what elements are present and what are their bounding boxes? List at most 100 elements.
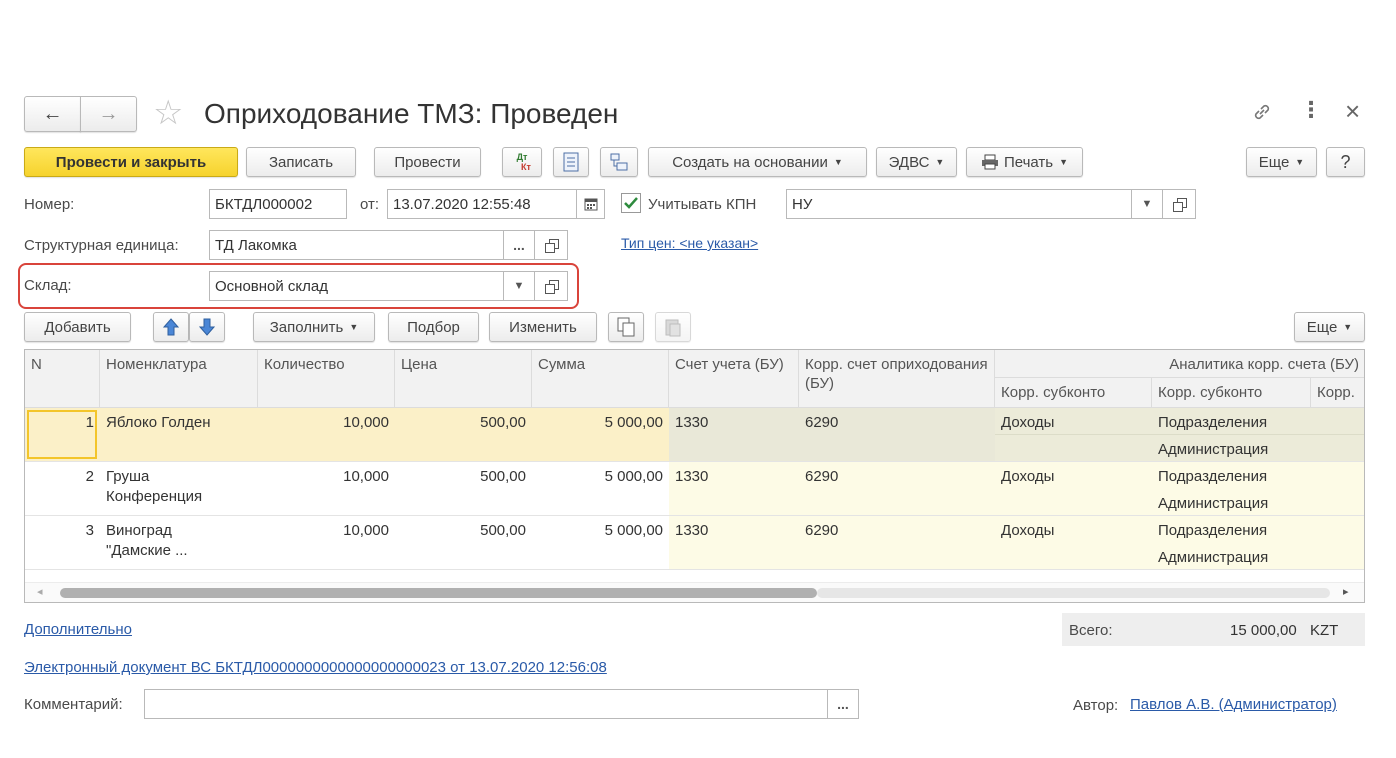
warehouse-open-button[interactable]	[534, 271, 568, 301]
scroll-left-arrow-icon[interactable]: ◂	[37, 585, 43, 598]
cell-sum[interactable]: 5 000,00	[532, 516, 669, 546]
calendar-icon	[584, 198, 597, 211]
header-sub3[interactable]: Корр.	[1311, 378, 1364, 408]
tax-open-button[interactable]	[1162, 189, 1196, 219]
cell-corr-account[interactable]: 6290	[799, 516, 844, 546]
structure-button[interactable]	[600, 147, 638, 177]
date-field[interactable]: 13.07.2020 12:55:48	[387, 189, 577, 219]
more-button[interactable]: Еще ▼	[1246, 147, 1317, 177]
move-down-button[interactable]	[189, 312, 225, 342]
cell-item-line2[interactable]: Конференция	[100, 482, 208, 512]
electronic-document-link[interactable]: Электронный документ ВС БКТДЛ00000000000…	[24, 659, 607, 676]
cell-qty[interactable]: 10,000	[258, 516, 395, 546]
close-icon[interactable]: ×	[1345, 96, 1360, 127]
fill-button[interactable]: Заполнить ▼	[253, 312, 375, 342]
cell-sub2-value[interactable]: Администрация	[1152, 543, 1274, 573]
warehouse-label: Склад:	[24, 277, 72, 294]
cell-corr-account[interactable]: 6290	[799, 462, 844, 492]
cell-sub2-value[interactable]: Администрация	[1152, 435, 1274, 465]
arrow-right-icon: →	[98, 102, 119, 125]
tax-dropdown-button[interactable]: ▼	[1131, 189, 1163, 219]
header-corr-account[interactable]: Корр. счет оприходования (БУ)	[799, 350, 995, 408]
kpn-label: Учитывать КПН	[648, 196, 757, 213]
horizontal-scrollbar[interactable]: ◂ ▸	[25, 582, 1364, 602]
header-qty[interactable]: Количество	[258, 350, 395, 408]
save-button[interactable]: Записать	[246, 147, 356, 177]
arrow-left-icon: ←	[42, 102, 63, 125]
cell-sum[interactable]: 5 000,00	[532, 462, 669, 492]
cell-n: 2	[85, 468, 94, 485]
cell-qty[interactable]: 10,000	[258, 462, 395, 492]
additional-link[interactable]: Дополнительно	[24, 621, 132, 638]
cell-sub2-type[interactable]: Подразделения	[1152, 462, 1273, 492]
cell-sub2-value[interactable]: Администрация	[1152, 489, 1274, 519]
cell-price[interactable]: 500,00	[395, 462, 532, 492]
header-sub2[interactable]: Корр. субконто	[1152, 378, 1311, 408]
calendar-button[interactable]	[576, 189, 605, 219]
header-sum[interactable]: Сумма	[532, 350, 669, 408]
report-button[interactable]	[553, 147, 589, 177]
header-account[interactable]: Счет учета (БУ)	[669, 350, 799, 408]
post-button[interactable]: Провести	[374, 147, 481, 177]
cell-sub2-type[interactable]: Подразделения	[1152, 408, 1273, 438]
tax-accounting-field[interactable]: НУ	[786, 189, 1132, 219]
table-row[interactable]: 2 Груша Конференция 10,000 500,00 5 000,…	[25, 462, 1364, 519]
unit-select-button[interactable]: ...	[503, 230, 535, 260]
cell-sub1[interactable]: Доходы	[995, 516, 1060, 546]
comment-expand-button[interactable]: ...	[827, 689, 859, 719]
scroll-right-arrow-icon[interactable]: ▸	[1343, 585, 1349, 598]
cell-item-line2[interactable]: "Дамские ...	[100, 536, 194, 566]
table-row[interactable]: 1 Яблоко Голден 10,000 500,00 5 000,00 1…	[25, 408, 1364, 465]
help-button[interactable]: ?	[1326, 147, 1365, 177]
change-button[interactable]: Изменить	[489, 312, 597, 342]
price-type-link[interactable]: Тип цен: <не указан>	[621, 235, 758, 251]
header-analytics[interactable]: Аналитика корр. счета (БУ)	[995, 350, 1364, 378]
paste-rows-button[interactable]	[655, 312, 691, 342]
table-row[interactable]: 3 Виноград "Дамские ... 10,000 500,00 5 …	[25, 516, 1364, 573]
checkmark-icon	[624, 197, 638, 209]
kpn-checkbox[interactable]	[621, 193, 641, 213]
cell-price[interactable]: 500,00	[395, 516, 532, 546]
copy-rows-button[interactable]	[608, 312, 644, 342]
cell-corr-account[interactable]: 6290	[799, 408, 844, 438]
warehouse-field[interactable]: Основной склад	[209, 271, 504, 301]
forward-button[interactable]: →	[80, 96, 137, 132]
post-and-close-button[interactable]: Провести и закрыть	[24, 147, 238, 177]
more-vertical-icon[interactable]: ⋮	[1300, 97, 1322, 123]
star-icon[interactable]: ☆	[153, 93, 183, 133]
print-button[interactable]: Печать ▼	[966, 147, 1083, 177]
cell-sub2-type[interactable]: Подразделения	[1152, 516, 1273, 546]
caret-down-icon: ▼	[1059, 157, 1069, 167]
unit-open-button[interactable]	[534, 230, 568, 260]
header-item[interactable]: Номенклатура	[100, 350, 258, 408]
cell-account[interactable]: 1330	[669, 408, 714, 438]
cell-account[interactable]: 1330	[669, 516, 714, 546]
scrollbar-thumb[interactable]	[60, 588, 817, 598]
header-sub1[interactable]: Корр. субконто	[995, 378, 1152, 408]
cell-sub1[interactable]: Доходы	[995, 462, 1060, 492]
cell-sum[interactable]: 5 000,00	[532, 408, 669, 438]
header-n[interactable]: N	[25, 350, 100, 408]
warehouse-dropdown-button[interactable]: ▼	[503, 271, 535, 301]
author-label: Автор:	[1073, 697, 1119, 714]
move-up-button[interactable]	[153, 312, 189, 342]
cell-qty[interactable]: 10,000	[258, 408, 395, 438]
pick-button[interactable]: Подбор	[388, 312, 479, 342]
structural-unit-field[interactable]: ТД Лакомка	[209, 230, 504, 260]
create-based-on-button[interactable]: Создать на основании ▼	[648, 147, 867, 177]
comment-field[interactable]	[144, 689, 828, 719]
cell-sub1[interactable]: Доходы	[995, 408, 1060, 438]
table-more-button[interactable]: Еще ▼	[1294, 312, 1365, 342]
number-field[interactable]: БКТДЛ000002	[209, 189, 347, 219]
items-table[interactable]: N Номенклатура Количество Цена Сумма Сче…	[24, 349, 1365, 603]
cell-item[interactable]: Яблоко Голден	[100, 408, 217, 438]
back-button[interactable]: ←	[24, 96, 81, 132]
cell-price[interactable]: 500,00	[395, 408, 532, 438]
header-price[interactable]: Цена	[395, 350, 532, 408]
author-link[interactable]: Павлов А.В. (Администратор)	[1130, 696, 1337, 713]
link-icon[interactable]	[1250, 100, 1274, 124]
add-row-button[interactable]: Добавить	[24, 312, 131, 342]
cell-account[interactable]: 1330	[669, 462, 714, 492]
edvs-button[interactable]: ЭДВС ▼	[876, 147, 957, 177]
dt-kt-button[interactable]: Дт Кт	[502, 147, 542, 177]
